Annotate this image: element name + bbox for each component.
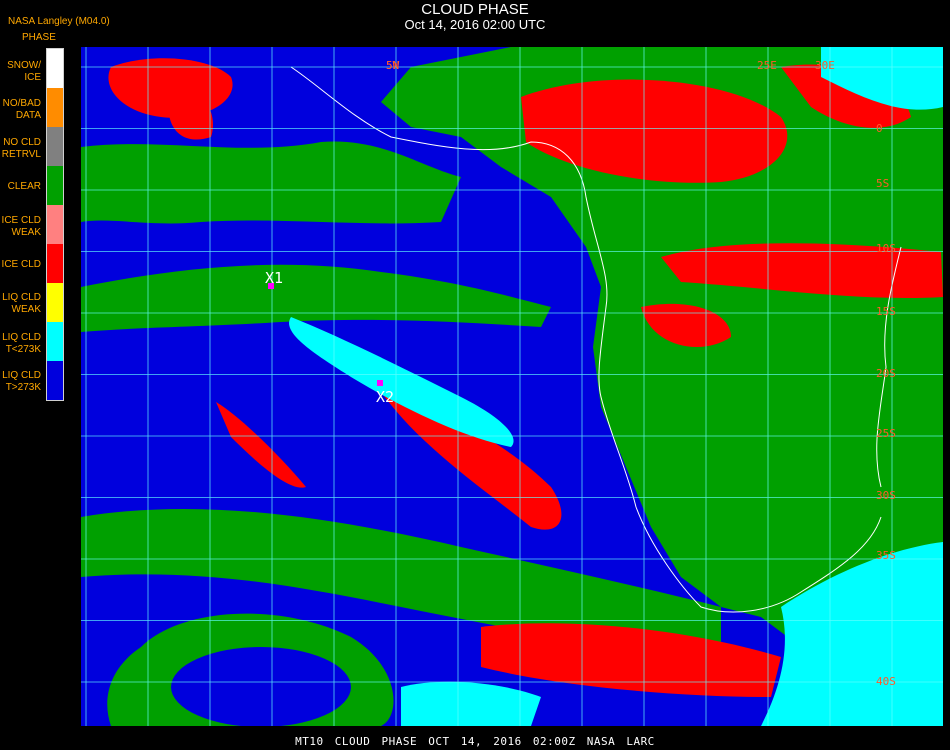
legend-swatch-ice-cloud-weak bbox=[47, 205, 63, 244]
lat-label-20s: 20S bbox=[876, 367, 896, 380]
lat-label-30s: 30S bbox=[876, 489, 896, 502]
marker-x2-label: X2 bbox=[376, 388, 394, 406]
lon-label-25e: 25E bbox=[757, 59, 777, 72]
legend-label-clear: CLEAR bbox=[7, 181, 41, 192]
legend-swatch-liquid-cloud-warm bbox=[47, 361, 63, 400]
legend-label-ice-cloud: ICE CLD bbox=[1, 259, 41, 270]
legend-label-no-bad-data: NO/BAD DATA bbox=[2, 98, 41, 121]
legend-label-liquid-cloud-warm: LIQ CLD T>273K bbox=[2, 370, 41, 393]
legend-swatch-no-bad-data bbox=[47, 88, 63, 127]
ocean-swirl-center bbox=[171, 647, 351, 726]
legend-label-snow-ice: SNOW/ ICE bbox=[7, 60, 41, 83]
map-canvas: 5N05S10S15S20S25S30S35S40S 5W 25E 30E X1… bbox=[81, 47, 943, 726]
clear-region-north bbox=[81, 141, 461, 224]
timestamp: Oct 14, 2016 02:00 UTC bbox=[404, 17, 546, 32]
lat-label-0: 0 bbox=[876, 122, 883, 135]
chart-title: CLOUD PHASE bbox=[421, 1, 529, 18]
legend-swatch-liquid-cloud-weak bbox=[47, 283, 63, 322]
legend-swatch-liquid-cloud-cold bbox=[47, 322, 63, 361]
ice-cloud-south bbox=[481, 623, 781, 697]
lat-label-5s: 5S bbox=[876, 177, 889, 190]
footer-caption: MT10 CLOUD PHASE OCT 14, 2016 02:00Z NAS… bbox=[295, 735, 655, 748]
legend-swatch-snow-ice bbox=[47, 49, 63, 88]
lat-label-15s: 15S bbox=[876, 305, 896, 318]
liquid-cold-band bbox=[289, 317, 514, 447]
marker-x1-label: X1 bbox=[265, 269, 283, 287]
lat-label-10s: 10S bbox=[876, 242, 896, 255]
legend-label-liquid-cloud-weak: LIQ CLD WEAK bbox=[2, 292, 41, 315]
legend-label-ice-cloud-weak: ICE CLD WEAK bbox=[1, 215, 41, 238]
lon-label-5w: 5W bbox=[386, 59, 400, 72]
lon-label-30e: 30E bbox=[815, 59, 835, 72]
legend-title: PHASE bbox=[22, 32, 56, 43]
clear-region-band bbox=[81, 264, 551, 332]
legend-swatch-clear bbox=[47, 166, 63, 205]
lat-label-35s: 35S bbox=[876, 549, 896, 562]
lat-label-40s: 40S bbox=[876, 675, 896, 688]
legend-label-liquid-cloud-cold: LIQ CLD T<273K bbox=[2, 332, 41, 355]
legend-label-no-cloud-retrieval: NO CLD RETRVL bbox=[1, 137, 41, 160]
marker-x2-point bbox=[377, 380, 383, 386]
ice-cloud-streak-1 bbox=[216, 402, 306, 488]
legend-colorbar bbox=[46, 48, 64, 401]
producer-label: NASA Langley (M04.0) bbox=[8, 16, 110, 27]
legend-swatch-ice-cloud bbox=[47, 244, 63, 283]
cloud-phase-map[interactable]: 5N 0 5S 10S 15S 20S 25S 30S 35S 40S 5W 25E 30E X1… bbox=[81, 47, 943, 726]
lat-label-25s: 25S bbox=[876, 427, 896, 440]
legend-swatch-no-cloud-retrieval bbox=[47, 127, 63, 166]
